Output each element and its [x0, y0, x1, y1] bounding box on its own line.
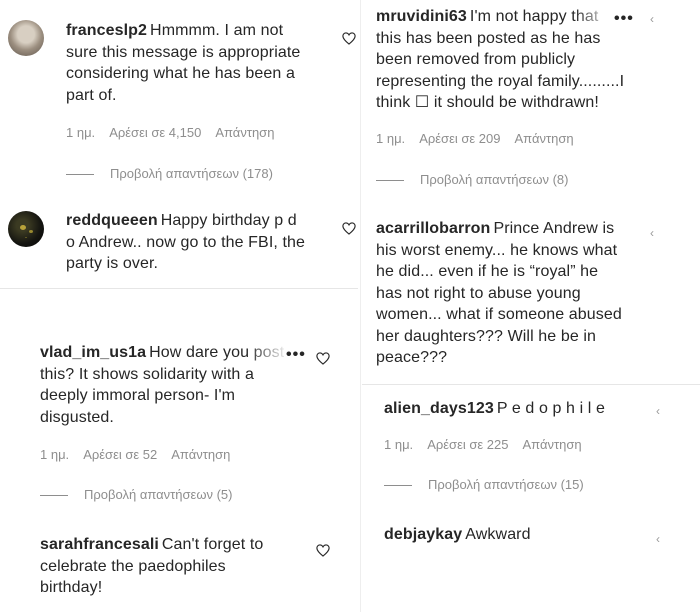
comment-line: Awkward — [465, 526, 531, 543]
comment-line: celebrate the paedophiles — [40, 557, 226, 575]
username[interactable]: alien_days123 — [384, 400, 494, 417]
comment-text: franceslp2 Hmmmm. I am not sure this mess… — [66, 20, 336, 106]
view-replies-button[interactable]: Προβολή απαντήσεων (15) — [384, 477, 584, 492]
view-replies-label: Προβολή απαντήσεων (8) — [420, 172, 569, 187]
timestamp: 1 ημ. — [40, 447, 70, 462]
view-replies-label: Προβολή απαντήσεων (178) — [110, 166, 273, 181]
reply-button[interactable]: Απάντηση — [523, 437, 582, 452]
comment-line: women... what if someone abused — [376, 306, 622, 323]
username[interactable]: reddqueeen — [66, 212, 158, 229]
more-options-icon[interactable]: ••• — [612, 10, 634, 28]
heart-icon[interactable] — [342, 222, 356, 235]
comment-line: his worst enemy... he knows what — [376, 241, 618, 259]
avatar[interactable] — [8, 211, 44, 247]
comment-debjaykay: debjaykay Awkward ‹ — [362, 520, 700, 560]
timestamp: 1 ημ. — [384, 437, 414, 452]
view-replies-button[interactable]: Προβολή απαντήσεων (8) — [376, 172, 568, 187]
column-divider — [360, 0, 361, 612]
right-column-panel: mruvidini63 I'm not happy that this has b… — [362, 0, 700, 612]
comment-reddqueeen: reddqueeen Happy birthday p d o Andrew.. … — [0, 205, 362, 285]
comment-line: this? It shows solidarity with a — [40, 365, 254, 383]
comment-line: part of. — [66, 86, 117, 104]
comment-acarrillobarron: acarrillobarron Prince Andrew is his wors… — [362, 214, 700, 374]
divider-line — [384, 485, 412, 487]
comment-sarahfrancesali: sarahfrancesali Can't forget to celebrate… — [0, 530, 358, 612]
divider-line — [40, 495, 68, 497]
comment-line: has not right to abuse young — [376, 284, 581, 302]
comment-line: this has been posted as he has — [376, 29, 601, 47]
comment-text: alien_days123 P e d o p h i l e — [384, 398, 674, 420]
like-count[interactable]: Αρέσει σε 209 — [419, 131, 500, 146]
comment-line: party is over. — [66, 255, 159, 272]
view-replies-button[interactable]: Προβολή απαντήσεων (5) — [40, 487, 232, 502]
username[interactable]: franceslp2 — [66, 22, 147, 39]
comment-vlad_im_us1a: vlad_im_us1a How dare you post this? It s… — [0, 290, 358, 520]
heart-icon[interactable] — [342, 32, 356, 45]
reply-button[interactable]: Απάντηση — [215, 125, 274, 140]
comment-franceslp2: franceslp2 Hmmmm. I am not sure this mess… — [0, 0, 362, 200]
like-count[interactable]: Αρέσει σε 52 — [83, 447, 157, 462]
view-replies-label: Προβολή απαντήσεων (5) — [84, 487, 233, 502]
heart-icon[interactable] — [316, 352, 330, 365]
comment-line: think ☐ it should be withdrawn! — [376, 94, 599, 111]
text-fade — [248, 343, 288, 365]
comment-line: P e d o p h i l e — [496, 400, 605, 417]
divider-line — [376, 180, 404, 182]
comment-line: Hmmmm. I am not — [150, 22, 284, 39]
comment-meta: 1 ημ. Αρέσει σε 209 Απάντηση — [376, 131, 588, 146]
comment-line: Can't forget to — [161, 536, 264, 553]
like-count[interactable]: Αρέσει σε 4,150 — [109, 125, 201, 140]
like-count[interactable]: Αρέσει σε 225 — [427, 437, 508, 452]
comment-line: birthday! — [40, 579, 103, 596]
comment-text: sarahfrancesali Can't forget to celebrate… — [40, 534, 310, 599]
reply-button[interactable]: Απάντηση — [171, 447, 230, 462]
timestamp: 1 ημ. — [66, 125, 96, 140]
comment-line: Prince Andrew is — [493, 220, 615, 237]
username[interactable]: acarrillobarron — [376, 220, 490, 237]
reply-button[interactable]: Απάντηση — [515, 131, 574, 146]
comment-text: acarrillobarron Prince Andrew is his wors… — [376, 218, 666, 369]
comment-line: sure this message is appropriate — [66, 43, 301, 61]
text-fade — [574, 6, 614, 28]
comment-text: debjaykay Awkward — [384, 524, 674, 546]
chevron-icon[interactable]: ‹ — [656, 404, 660, 418]
left-top-panel: franceslp2 Hmmmm. I am not sure this mess… — [0, 0, 362, 286]
chevron-icon[interactable]: ‹ — [656, 532, 660, 546]
timestamp: 1 ημ. — [376, 131, 406, 146]
left-bottom-panel: vlad_im_us1a How dare you post this? It s… — [0, 290, 358, 612]
comment-line: disgusted. — [40, 408, 114, 426]
comment-meta: 1 ημ. Αρέσει σε 225 Απάντηση — [384, 437, 596, 452]
comment-alien_days123: alien_days123 P e d o p h i l e ‹ 1 ημ. Αρ… — [362, 392, 700, 502]
comment-line: he did... even if he is “royal” he — [376, 263, 599, 280]
comment-line: been removed from publicly — [376, 51, 576, 68]
comment-meta: 1 ημ. Αρέσει σε 52 Απάντηση — [40, 447, 244, 462]
view-replies-button[interactable]: Προβολή απαντήσεων (178) — [66, 166, 273, 181]
comment-text: reddqueeen Happy birthday p d o Andrew.. … — [66, 210, 336, 275]
chevron-icon[interactable]: ‹ — [650, 12, 654, 26]
comment-line: Happy birthday p d — [160, 212, 297, 229]
more-options-icon[interactable]: ••• — [284, 346, 306, 364]
comment-line: considering what he has been a — [66, 65, 295, 82]
comment-mruvidini63: mruvidini63 I'm not happy that this has b… — [362, 0, 700, 200]
comment-line: o Andrew.. now go to the FBI, the — [66, 233, 306, 251]
username[interactable]: debjaykay — [384, 526, 462, 543]
panel-divider — [0, 288, 358, 289]
username[interactable]: sarahfrancesali — [40, 536, 159, 553]
comment-line: peace??? — [376, 349, 448, 366]
username[interactable]: mruvidini63 — [376, 8, 467, 25]
comment-line: deeply immoral person- I'm — [40, 387, 236, 404]
comment-line: her daughters??? Will he be in — [376, 327, 597, 345]
panel-divider — [362, 384, 700, 385]
divider-line — [66, 174, 94, 176]
username[interactable]: vlad_im_us1a — [40, 344, 146, 361]
heart-icon[interactable] — [316, 544, 330, 557]
chevron-icon[interactable]: ‹ — [650, 226, 654, 240]
comment-line: representing the royal family.........I — [376, 72, 625, 90]
avatar[interactable] — [8, 20, 44, 56]
comment-meta: 1 ημ. Αρέσει σε 4,150 Απάντηση — [66, 125, 288, 140]
view-replies-label: Προβολή απαντήσεων (15) — [428, 477, 584, 492]
